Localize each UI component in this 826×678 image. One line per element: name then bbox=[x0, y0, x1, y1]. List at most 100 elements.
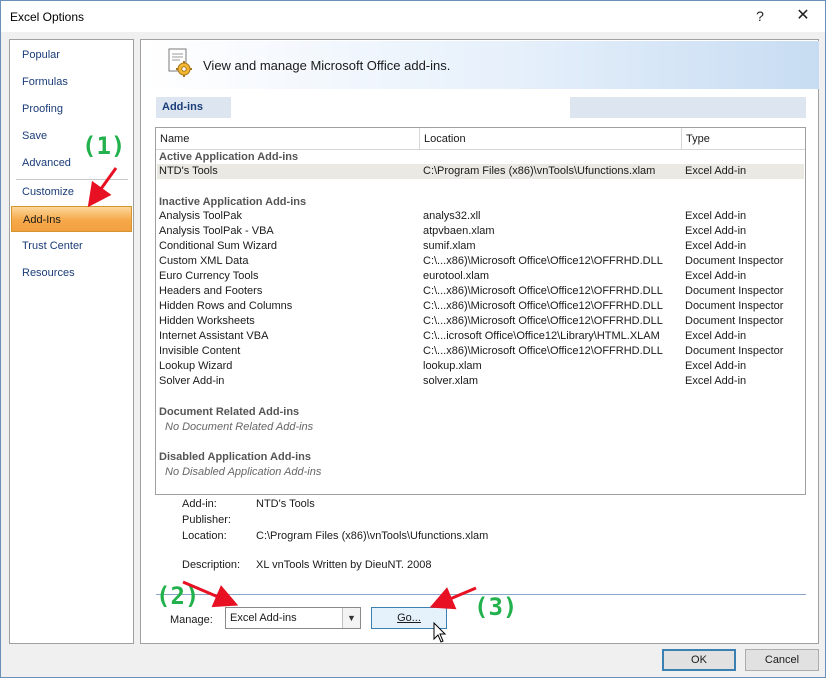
group-inactive: Inactive Application Add-ins bbox=[159, 196, 307, 208]
mouse-pointer-icon bbox=[433, 622, 447, 643]
row-name: Solver Add-in bbox=[159, 375, 225, 387]
excel-options-dialog: Excel Options ? ✕ Popular Formulas Proof… bbox=[0, 0, 826, 678]
add-ins-panel: View and manage Microsoft Office add-ins… bbox=[140, 39, 819, 644]
banner-title: View and manage Microsoft Office add-ins… bbox=[203, 58, 451, 73]
column-location[interactable]: Location bbox=[420, 128, 681, 150]
group-disabled: Disabled Application Add-ins bbox=[159, 451, 311, 463]
chevron-down-icon[interactable]: ▼ bbox=[342, 608, 360, 628]
nav-item-trust-center[interactable]: Trust Center bbox=[11, 233, 132, 259]
manage-selected-value: Excel Add-ins bbox=[230, 612, 297, 624]
row-name: Custom XML Data bbox=[159, 255, 249, 267]
detail-location-value: C:\Program Files (x86)\vnTools\Ufunction… bbox=[256, 530, 489, 542]
table-row[interactable]: Lookup Wizard lookup.xlam Excel Add-in bbox=[157, 359, 804, 374]
row-type: Excel Add-in bbox=[685, 270, 747, 282]
annotation-step-1: (1) bbox=[82, 132, 126, 160]
group-disabled-empty: No Disabled Application Add-ins bbox=[165, 466, 322, 478]
table-row[interactable]: Internet Assistant VBA C:\...icrosoft Of… bbox=[157, 329, 804, 344]
row-name: Conditional Sum Wizard bbox=[159, 240, 277, 252]
row-type: Excel Add-in bbox=[685, 240, 747, 252]
add-ins-list[interactable]: Name Location Type Active Application Ad… bbox=[155, 127, 806, 495]
title-bar: Excel Options ? ✕ bbox=[1, 1, 825, 32]
row-location: C:\...x86)\Microsoft Office\Office12\OFF… bbox=[423, 285, 663, 297]
section-title: Add-ins bbox=[162, 101, 203, 113]
group-document: Document Related Add-ins bbox=[159, 406, 300, 418]
row-location: C:\...icrosoft Office\Office12\Library\H… bbox=[423, 330, 660, 342]
table-row[interactable]: Solver Add-in solver.xlam Excel Add-in bbox=[157, 374, 804, 389]
detail-description-label: Description: bbox=[182, 559, 241, 571]
row-name: NTD's Tools bbox=[159, 165, 218, 177]
row-location: C:\...x86)\Microsoft Office\Office12\OFF… bbox=[423, 315, 663, 327]
row-type: Document Inspector bbox=[685, 300, 784, 312]
row-type: Excel Add-in bbox=[685, 375, 747, 387]
table-row[interactable]: Euro Currency Tools eurotool.xlam Excel … bbox=[157, 269, 804, 284]
row-type: Document Inspector bbox=[685, 345, 784, 357]
row-type: Document Inspector bbox=[685, 315, 784, 327]
nav-item-customize[interactable]: Customize bbox=[11, 179, 132, 205]
detail-publisher-label: Publisher: bbox=[182, 514, 231, 526]
manage-dropdown[interactable]: Excel Add-ins ▼ bbox=[225, 607, 361, 629]
row-type: Document Inspector bbox=[685, 285, 784, 297]
annotation-step-3: (3) bbox=[474, 593, 518, 621]
table-row[interactable]: Hidden Worksheets C:\...x86)\Microsoft O… bbox=[157, 314, 804, 329]
annotation-step-2: (2) bbox=[156, 582, 200, 610]
row-location: C:\...x86)\Microsoft Office\Office12\OFF… bbox=[423, 345, 663, 357]
row-name: Euro Currency Tools bbox=[159, 270, 259, 282]
help-button[interactable]: ? bbox=[746, 5, 774, 27]
row-location: C:\Program Files (x86)\vnTools\Ufunction… bbox=[423, 165, 656, 177]
row-location: sumif.xlam bbox=[423, 240, 476, 252]
detail-location-label: Location: bbox=[182, 530, 227, 542]
table-row[interactable]: Analysis ToolPak - VBA atpvbaen.xlam Exc… bbox=[157, 224, 804, 239]
row-type: Document Inspector bbox=[685, 255, 784, 267]
row-location: C:\...x86)\Microsoft Office\Office12\OFF… bbox=[423, 255, 663, 267]
row-name: Lookup Wizard bbox=[159, 360, 233, 372]
row-name: Analysis ToolPak - VBA bbox=[159, 225, 274, 237]
table-row[interactable]: Analysis ToolPak analys32.xll Excel Add-… bbox=[157, 209, 804, 224]
table-row[interactable]: Conditional Sum Wizard sumif.xlam Excel … bbox=[157, 239, 804, 254]
column-name[interactable]: Name bbox=[156, 128, 419, 150]
column-type[interactable]: Type bbox=[682, 128, 804, 150]
detail-addin-value: NTD's Tools bbox=[256, 498, 315, 510]
addins-gear-icon bbox=[168, 48, 192, 77]
section-spacer bbox=[231, 96, 570, 120]
group-document-empty: No Document Related Add-ins bbox=[165, 421, 314, 433]
group-active: Active Application Add-ins bbox=[159, 151, 299, 163]
row-name: Headers and Footers bbox=[159, 285, 263, 297]
close-button[interactable]: ✕ bbox=[789, 5, 817, 27]
options-nav: Popular Formulas Proofing Save Advanced … bbox=[9, 39, 134, 644]
row-type: Excel Add-in bbox=[685, 330, 747, 342]
row-name: Analysis ToolPak bbox=[159, 210, 242, 222]
nav-item-add-ins[interactable]: Add-Ins bbox=[11, 206, 132, 232]
nav-item-formulas[interactable]: Formulas bbox=[11, 69, 132, 95]
row-location: eurotool.xlam bbox=[423, 270, 490, 282]
detail-addin-label: Add-in: bbox=[182, 498, 217, 510]
manage-label: Manage: bbox=[170, 614, 213, 626]
section-header: Add-ins bbox=[156, 96, 806, 120]
table-row[interactable]: NTD's Tools C:\Program Files (x86)\vnToo… bbox=[157, 164, 804, 179]
table-row[interactable]: Hidden Rows and Columns C:\...x86)\Micro… bbox=[157, 299, 804, 314]
row-name: Invisible Content bbox=[159, 345, 241, 357]
detail-description-value: XL vnTools Written by DieuNT. 2008 bbox=[256, 559, 432, 571]
table-row[interactable]: Custom XML Data C:\...x86)\Microsoft Off… bbox=[157, 254, 804, 269]
row-location: lookup.xlam bbox=[423, 360, 482, 372]
list-header: Name Location Type bbox=[156, 128, 805, 150]
row-name: Hidden Rows and Columns bbox=[159, 300, 293, 312]
row-location: solver.xlam bbox=[423, 375, 479, 387]
row-type: Excel Add-in bbox=[685, 360, 747, 372]
table-row[interactable]: Invisible Content C:\...x86)\Microsoft O… bbox=[157, 344, 804, 359]
window-title: Excel Options bbox=[10, 10, 85, 24]
row-location: analys32.xll bbox=[423, 210, 481, 222]
nav-item-proofing[interactable]: Proofing bbox=[11, 96, 132, 122]
row-name: Hidden Worksheets bbox=[159, 315, 255, 327]
row-name: Internet Assistant VBA bbox=[159, 330, 269, 342]
nav-item-popular[interactable]: Popular bbox=[11, 42, 132, 68]
row-location: atpvbaen.xlam bbox=[423, 225, 495, 237]
cancel-button[interactable]: Cancel bbox=[745, 649, 819, 671]
nav-item-resources[interactable]: Resources bbox=[11, 260, 132, 286]
row-type: Excel Add-in bbox=[685, 165, 747, 177]
ok-button[interactable]: OK bbox=[662, 649, 736, 671]
row-location: C:\...x86)\Microsoft Office\Office12\OFF… bbox=[423, 300, 663, 312]
panel-banner: View and manage Microsoft Office add-ins… bbox=[142, 41, 819, 89]
table-row[interactable]: Headers and Footers C:\...x86)\Microsoft… bbox=[157, 284, 804, 299]
row-type: Excel Add-in bbox=[685, 225, 747, 237]
row-type: Excel Add-in bbox=[685, 210, 747, 222]
